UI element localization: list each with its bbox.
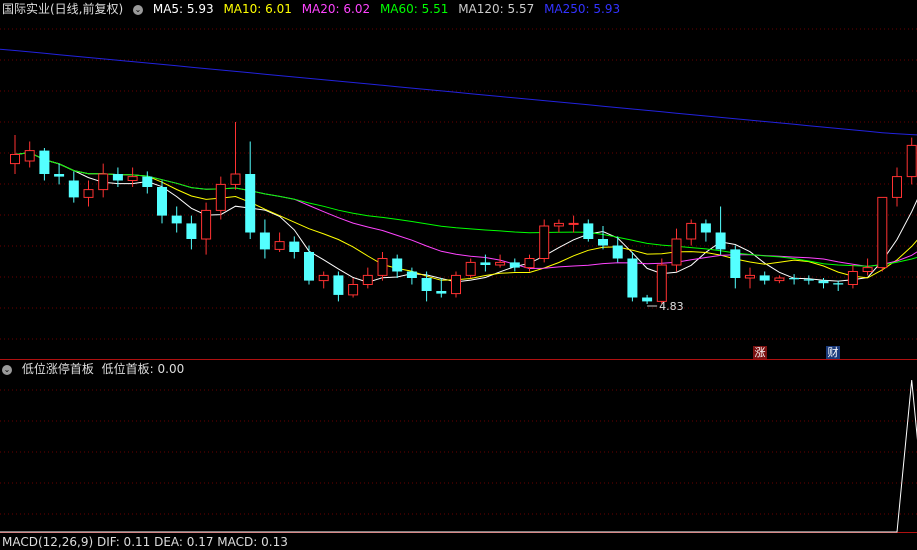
- ma20-line: [15, 153, 917, 269]
- ma250-line: [0, 49, 917, 142]
- ma120-label: MA120: 5.57: [458, 2, 534, 16]
- candle: [775, 278, 784, 281]
- candle: [789, 278, 799, 279]
- candle: [583, 223, 593, 239]
- price-annotations: 6.804.83: [647, 38, 917, 313]
- limit-up-marker[interactable]: 涨: [753, 346, 767, 359]
- candle: [525, 259, 534, 268]
- candle: [349, 285, 358, 295]
- indicator-name: 低位涨停首板: [22, 362, 94, 376]
- candle: [422, 278, 432, 291]
- candle: [436, 291, 446, 294]
- candle: [142, 177, 152, 187]
- candle: [128, 177, 137, 181]
- candle: [466, 262, 475, 275]
- candle: [172, 216, 182, 224]
- candle: [69, 181, 79, 198]
- ma5-label: MA5: 5.93: [153, 2, 214, 16]
- candle: [275, 242, 284, 250]
- indicator-line: [0, 380, 917, 532]
- candle: [730, 249, 740, 278]
- finance-marker[interactable]: 财: [826, 346, 840, 359]
- candle: [672, 239, 681, 265]
- candle: [687, 223, 696, 239]
- indicator-value: 低位首板: 0.00: [102, 362, 185, 376]
- candle: [407, 272, 417, 279]
- indicator-header: ⌄ 低位涨停首板 低位首板: 0.00: [2, 361, 190, 377]
- candle: [746, 275, 755, 278]
- indicator-panel: [0, 380, 917, 532]
- candle: [245, 174, 255, 233]
- candle: [392, 259, 402, 272]
- candle: [378, 259, 387, 276]
- candle: [304, 252, 314, 281]
- candle: [540, 226, 549, 259]
- candle: [99, 174, 108, 190]
- low-price-label: 4.83: [659, 300, 684, 313]
- ma10-line: [15, 101, 917, 280]
- ma250-label: MA250: 5.93: [544, 2, 620, 16]
- candle: [598, 239, 608, 246]
- candle: [11, 155, 20, 164]
- candle: [54, 174, 64, 177]
- candle: [84, 190, 93, 198]
- ma10-label: MA10: 6.01: [223, 2, 291, 16]
- candle: [496, 262, 505, 265]
- candle: [480, 262, 490, 265]
- candle: [833, 283, 843, 284]
- candle: [231, 174, 240, 184]
- candle: [863, 268, 872, 272]
- candle: [289, 242, 299, 252]
- candle: [907, 145, 916, 176]
- candle: [893, 177, 902, 198]
- candle: [819, 281, 829, 284]
- ma60-line: [15, 153, 917, 267]
- candle: [25, 151, 34, 161]
- candle: [319, 275, 328, 280]
- candle: [701, 223, 711, 232]
- candle: [452, 275, 461, 293]
- candle: [157, 187, 167, 216]
- candle: [216, 184, 225, 210]
- candle: [510, 262, 520, 267]
- chart-header: 国际实业(日线,前复权) ⌄ MA5: 5.93 MA10: 6.01 MA20…: [2, 1, 626, 17]
- candle: [878, 197, 887, 267]
- candle: [333, 275, 343, 295]
- candle: [554, 223, 563, 226]
- candle: [186, 223, 196, 239]
- settings-icon[interactable]: ⌄: [133, 5, 143, 15]
- candle: [113, 174, 123, 181]
- stock-title: 国际实业(日线,前复权): [2, 2, 123, 16]
- candle: [202, 210, 211, 239]
- candle: [39, 151, 49, 174]
- moving-average-lines: [0, 49, 917, 282]
- candle: [569, 223, 578, 224]
- candle: [642, 298, 652, 302]
- candle: [260, 233, 270, 250]
- candlestick-series: [11, 44, 917, 304]
- candle: [627, 259, 637, 298]
- macd-header: MACD(12,26,9) DIF: 0.11 DEA: 0.17 MACD: …: [2, 534, 294, 550]
- candle: [716, 233, 726, 250]
- candle: [657, 265, 666, 301]
- candle: [848, 272, 857, 285]
- candle: [613, 246, 623, 259]
- candle: [804, 279, 814, 280]
- macd-label: MACD(12,26,9) DIF: 0.11 DEA: 0.17 MACD: …: [2, 535, 288, 549]
- stock-chart: 6.804.83: [0, 0, 917, 541]
- candle: [760, 275, 770, 280]
- indicator-settings-icon[interactable]: ⌄: [2, 365, 12, 375]
- ma20-label: MA20: 6.02: [302, 2, 370, 16]
- ma60-label: MA60: 5.51: [380, 2, 448, 16]
- candle: [363, 275, 372, 284]
